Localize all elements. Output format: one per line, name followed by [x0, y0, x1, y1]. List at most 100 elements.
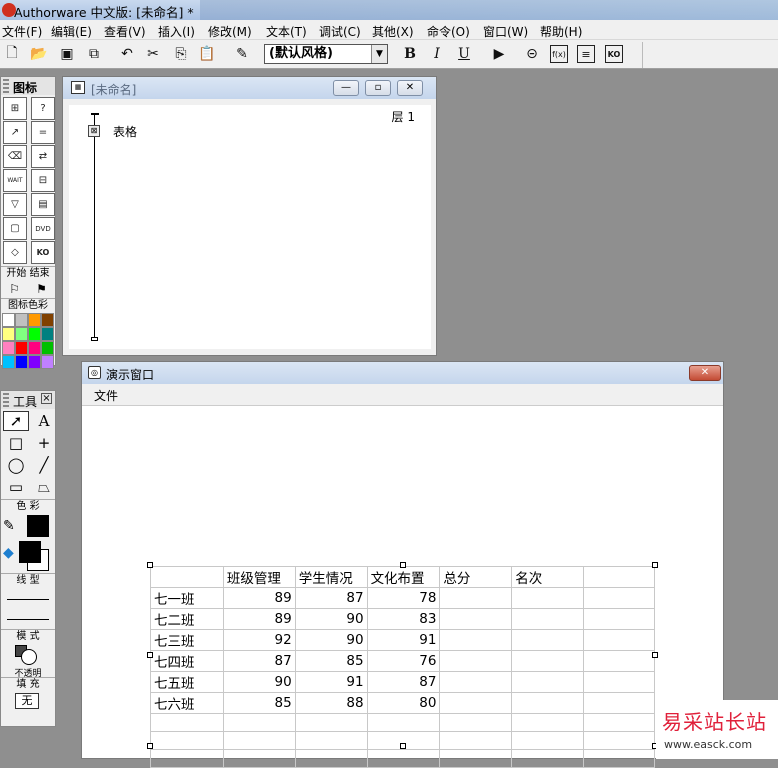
color-swatch[interactable]: [28, 313, 41, 327]
undo-icon[interactable]: ↶: [118, 45, 136, 63]
color-swatch[interactable]: [15, 313, 28, 327]
selection-handle[interactable]: [652, 652, 658, 658]
menu-other[interactable]: 其他(X): [372, 23, 414, 40]
chevron-down-icon[interactable]: ▼: [371, 45, 387, 63]
minimize-button[interactable]: —: [333, 80, 359, 96]
menu-file[interactable]: 文件(F): [2, 23, 42, 40]
close-icon[interactable]: ×: [41, 393, 52, 404]
pointer-tool-icon[interactable]: ➚: [3, 411, 29, 431]
run-icon[interactable]: ▶: [490, 45, 508, 63]
fill-picker[interactable]: 无: [15, 693, 39, 709]
orthogonal-line-tool-icon[interactable]: +: [31, 433, 57, 453]
line-color-swatch[interactable]: [27, 515, 49, 537]
selection-handle[interactable]: [652, 562, 658, 568]
color-swatch[interactable]: [15, 327, 28, 341]
import-icon[interactable]: ⧉: [85, 45, 103, 63]
color-swatch[interactable]: [2, 327, 15, 341]
color-swatch[interactable]: [28, 355, 41, 369]
grip-handle[interactable]: [3, 79, 9, 93]
cut-icon[interactable]: ✂: [144, 45, 162, 63]
close-button[interactable]: ✕: [689, 365, 721, 381]
menu-modify[interactable]: 修改(M): [208, 23, 252, 40]
calculation-icon[interactable]: =: [31, 121, 55, 144]
new-file-icon[interactable]: 🗋: [3, 45, 21, 63]
knowledge-object-icon[interactable]: KO: [605, 45, 623, 63]
italic-button[interactable]: I: [428, 45, 446, 63]
diagonal-line-tool-icon[interactable]: ╱: [31, 455, 57, 475]
save-all-icon[interactable]: ▣: [58, 45, 76, 63]
selection-handle[interactable]: [400, 562, 406, 568]
underline-button[interactable]: U: [455, 45, 473, 63]
sound-icon[interactable]: ◇: [3, 241, 27, 264]
table-cell: 78: [366, 587, 441, 609]
line-style-picker[interactable]: [1, 587, 55, 629]
color-swatch[interactable]: [28, 327, 41, 341]
menu-help[interactable]: 帮助(H): [540, 23, 582, 40]
interaction-icon[interactable]: ?: [31, 97, 55, 120]
table-cell: 91: [294, 671, 368, 693]
mode-picker[interactable]: 不透明: [1, 643, 55, 679]
open-folder-icon[interactable]: 📂: [30, 45, 48, 63]
maximize-button[interactable]: ▫: [365, 80, 391, 96]
selection-handle[interactable]: [147, 652, 153, 658]
motion-icon[interactable]: ↗: [3, 121, 27, 144]
navigate-icon[interactable]: ⇄: [31, 145, 55, 168]
selection-handle[interactable]: [400, 743, 406, 749]
end-flag-icon[interactable]: ⚑: [36, 282, 47, 296]
presentation-menu-file[interactable]: 文件: [94, 387, 118, 404]
menu-text[interactable]: 文本(T): [266, 23, 307, 40]
selection-handle[interactable]: [147, 743, 153, 749]
table-cell: [366, 713, 441, 732]
movie-icon[interactable]: ▤: [31, 193, 55, 216]
decision-icon[interactable]: ▽: [3, 193, 27, 216]
bold-button[interactable]: B: [401, 45, 419, 63]
rounded-rect-tool-icon[interactable]: ▭: [3, 477, 29, 497]
menu-edit[interactable]: 编辑(E): [51, 23, 92, 40]
data-table[interactable]: 班级管理 学生情况 文化布置 总分 名次 七一班 89 87 78 七二班 89…: [150, 566, 655, 768]
color-swatch[interactable]: [2, 341, 15, 355]
copy-icon[interactable]: ⎘: [172, 45, 190, 63]
start-flag-label: 开始: [6, 268, 27, 279]
menu-view[interactable]: 查看(V): [104, 23, 146, 40]
color-swatch[interactable]: [15, 341, 28, 355]
variable-icon[interactable]: ≡: [577, 45, 595, 63]
ellipse-tool-icon[interactable]: ◯: [3, 455, 29, 475]
flowline-canvas[interactable]: ⊠ 表格 层 1: [69, 105, 431, 349]
header-cell: [583, 566, 655, 588]
menu-command[interactable]: 命令(O): [427, 23, 470, 40]
menu-insert[interactable]: 插入(I): [158, 23, 195, 40]
foreground-color-swatch[interactable]: [19, 541, 41, 563]
display-icon[interactable]: ⊠: [88, 125, 100, 137]
selection-handle[interactable]: [147, 562, 153, 568]
color-swatch[interactable]: [2, 313, 15, 327]
text-tool-icon[interactable]: A: [31, 411, 57, 431]
rectangle-tool-icon[interactable]: □: [3, 433, 29, 453]
function-icon[interactable]: f(x): [550, 45, 568, 63]
dvd-icon[interactable]: DVD: [31, 217, 55, 240]
color-swatch[interactable]: [41, 313, 54, 327]
color-swatch[interactable]: [41, 341, 54, 355]
color-swatch[interactable]: [41, 327, 54, 341]
control-panel-icon[interactable]: ⊝: [523, 45, 541, 63]
color-swatch[interactable]: [2, 355, 15, 369]
map-icon[interactable]: ▢: [3, 217, 27, 240]
wait-icon[interactable]: WAIT: [3, 169, 27, 192]
close-button[interactable]: ✕: [397, 80, 423, 96]
color-swatch[interactable]: [41, 355, 54, 369]
grip-handle[interactable]: [3, 393, 9, 407]
display-icon[interactable]: ⊞: [3, 97, 27, 120]
menu-window[interactable]: 窗口(W): [483, 23, 528, 40]
table-cell: [511, 671, 585, 693]
framework-icon[interactable]: ⊟: [31, 169, 55, 192]
find-icon[interactable]: ✎: [233, 45, 251, 63]
table-cell: 90: [294, 629, 368, 651]
paste-icon[interactable]: 📋: [198, 45, 216, 63]
erase-icon[interactable]: ⌫: [3, 145, 27, 168]
polygon-tool-icon[interactable]: ⏢: [31, 477, 57, 497]
start-flag-icon[interactable]: ⚐: [9, 282, 20, 296]
menu-debug[interactable]: 调试(C): [319, 23, 361, 40]
style-select[interactable]: (默认风格) ▼: [264, 44, 388, 64]
color-swatch[interactable]: [15, 355, 28, 369]
color-swatch[interactable]: [28, 341, 41, 355]
ko-icon[interactable]: KO: [31, 241, 55, 264]
